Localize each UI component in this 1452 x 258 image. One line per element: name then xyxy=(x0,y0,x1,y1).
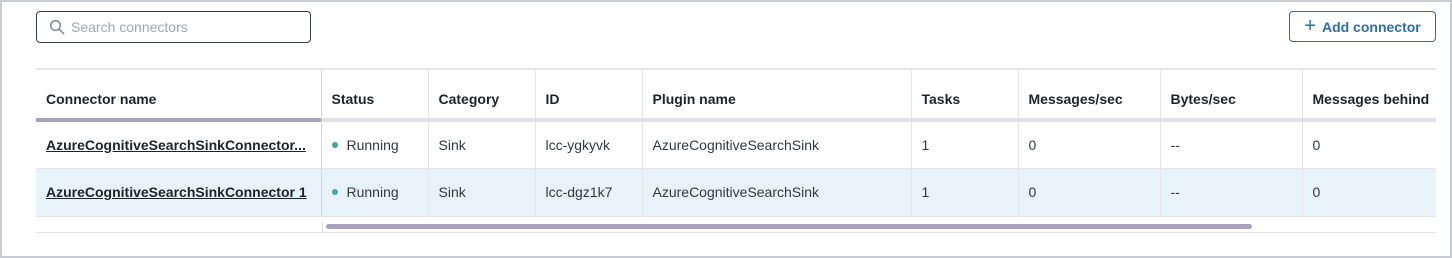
search-input[interactable] xyxy=(71,16,303,38)
cell-plugin-name: AzureCognitiveSearchSink xyxy=(642,168,912,217)
plus-icon: + xyxy=(1304,14,1316,37)
cell-id: lcc-dgz1k7 xyxy=(535,168,643,217)
column-header-connector-name[interactable]: Connector name xyxy=(36,70,322,122)
cell-bytes-sec: -- xyxy=(1160,120,1303,169)
status-text: Running xyxy=(346,136,399,153)
cell-tasks: 1 xyxy=(911,120,1019,169)
horizontal-scrollbar[interactable] xyxy=(322,222,1436,232)
cell-bytes-sec: -- xyxy=(1160,168,1303,217)
connector-link[interactable]: AzureCognitiveSearchSinkConnector... xyxy=(46,137,306,153)
cell-connector-name: AzureCognitiveSearchSinkConnector 1 xyxy=(36,168,322,217)
status-running-dot-icon xyxy=(331,189,338,196)
scrollbar-thumb[interactable] xyxy=(326,224,1252,229)
cell-messages-sec: 0 xyxy=(1018,168,1161,217)
column-header-status[interactable]: Status xyxy=(321,70,429,120)
connector-link[interactable]: AzureCognitiveSearchSinkConnector 1 xyxy=(46,184,307,200)
table-header-row: Connector name Status Category ID Plugin… xyxy=(36,70,1436,122)
cell-connector-name: AzureCognitiveSearchSinkConnector... xyxy=(36,120,322,169)
cell-status: Running xyxy=(321,168,429,217)
cell-status: Running xyxy=(321,120,429,169)
search-icon xyxy=(49,19,65,35)
add-connector-label: Add connector xyxy=(1321,18,1421,35)
table-bottom-divider xyxy=(36,232,1436,233)
search-box[interactable] xyxy=(36,11,311,43)
connectors-table: Connector name Status Category ID Plugin… xyxy=(36,70,1436,217)
column-header-id[interactable]: ID xyxy=(535,70,643,120)
status-text: Running xyxy=(346,184,399,200)
column-header-plugin-name[interactable]: Plugin name xyxy=(642,70,912,120)
connectors-table-container: Connector name Status Category ID Plugin… xyxy=(36,68,1436,234)
column-header-category[interactable]: Category xyxy=(428,70,536,120)
cell-plugin-name: AzureCognitiveSearchSink xyxy=(642,120,912,169)
cell-id: lcc-ygkyvk xyxy=(535,120,643,169)
column-header-messages-behind[interactable]: Messages behind xyxy=(1302,70,1436,120)
cell-tasks: 1 xyxy=(911,168,1019,217)
cell-category: Sink xyxy=(428,168,536,217)
add-connector-button[interactable]: + Add connector xyxy=(1289,11,1436,42)
column-header-tasks[interactable]: Tasks xyxy=(911,70,1019,120)
table-row[interactable]: AzureCognitiveSearchSinkConnector 1 Runn… xyxy=(36,168,1436,217)
cell-messages-sec: 0 xyxy=(1018,120,1161,169)
cell-messages-behind: 0 xyxy=(1302,168,1436,217)
table-row[interactable]: AzureCognitiveSearchSinkConnector... Run… xyxy=(36,120,1436,169)
column-header-bytes-sec[interactable]: Bytes/sec xyxy=(1160,70,1303,120)
cell-messages-behind: 0 xyxy=(1302,120,1436,169)
status-running-dot-icon xyxy=(331,142,338,149)
cell-category: Sink xyxy=(428,120,536,169)
column-header-messages-sec[interactable]: Messages/sec xyxy=(1018,70,1161,120)
